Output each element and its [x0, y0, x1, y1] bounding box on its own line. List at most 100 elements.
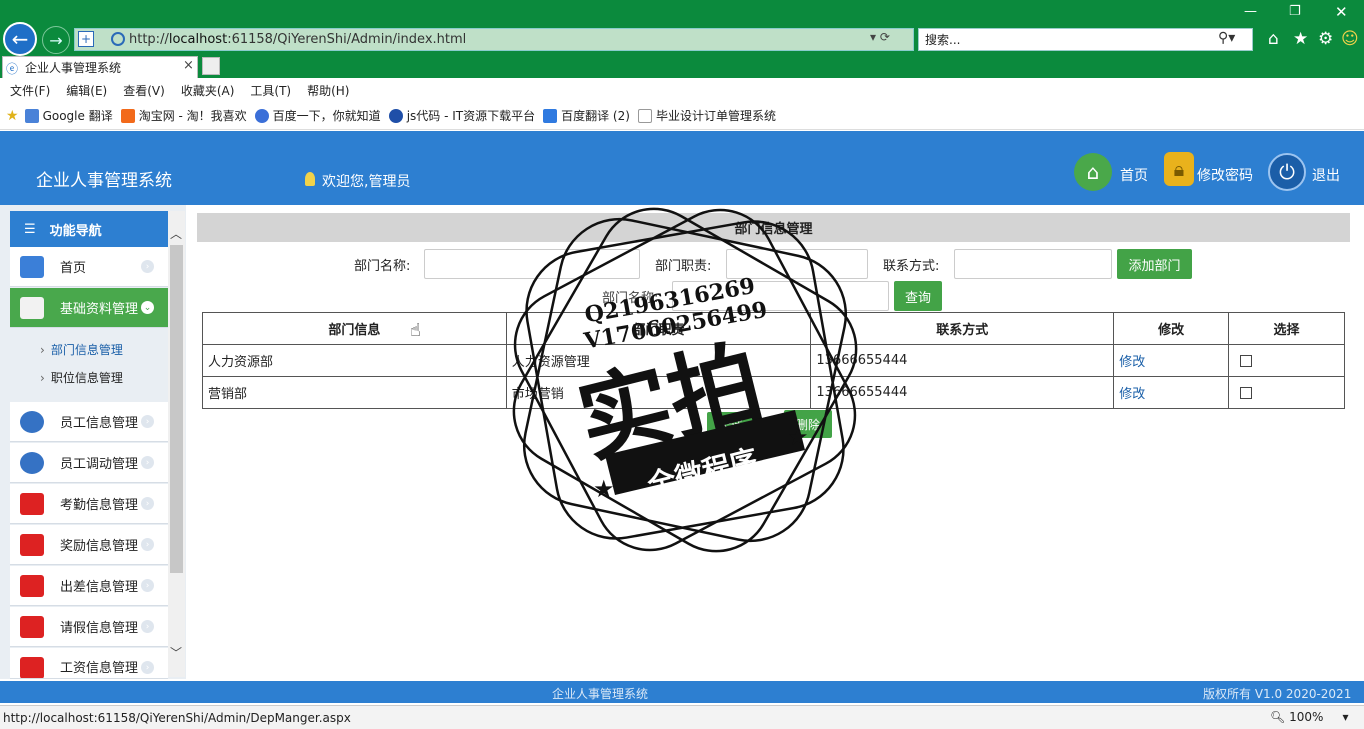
edit-link[interactable]: 修改	[1113, 376, 1230, 409]
gear-icon[interactable]: ⚙	[1318, 29, 1333, 49]
menu-edit[interactable]: 编辑(E)	[66, 82, 107, 99]
home-icon[interactable]: ⌂	[1074, 153, 1112, 191]
watermark-banner-shape	[605, 410, 805, 495]
sidebar-item-home[interactable]: 首页 ›	[10, 247, 168, 287]
scroll-down-icon[interactable]: ﹀	[170, 644, 182, 661]
dept-duty-input[interactable]	[726, 249, 868, 279]
sidebar-item-basic-data[interactable]: 基础资料管理 ⌄	[10, 288, 168, 328]
menu-file[interactable]: 文件(F)	[10, 82, 50, 99]
smiley-icon[interactable]: ☺	[1341, 29, 1359, 49]
url-prefix: http://	[129, 32, 169, 47]
contact-label: 联系方式:	[883, 259, 940, 274]
query-button[interactable]: 查询	[894, 281, 942, 311]
site-header	[0, 131, 1364, 205]
scrollbar-thumb[interactable]	[170, 245, 183, 573]
new-tab-button[interactable]	[202, 57, 220, 75]
address-bar[interactable]: http://localhost:61158/QiYerenShi/Admin/…	[74, 28, 914, 51]
lock-icon[interactable]: 🔒︎	[1164, 152, 1194, 186]
select-all-button[interactable]: 全选	[707, 412, 755, 436]
row-checkbox[interactable]	[1240, 386, 1253, 399]
cell-select	[1228, 376, 1345, 409]
change-password-link[interactable]: 修改密码	[1197, 165, 1253, 185]
row-checkbox[interactable]	[1240, 354, 1253, 367]
status-bar: http://localhost:61158/QiYerenShi/Admin/…	[0, 705, 1364, 729]
sidebar-item-transfer[interactable]: 员工调动管理 ›	[10, 443, 168, 483]
dept-name-input[interactable]	[424, 249, 640, 279]
compat-view-icon[interactable]: +	[78, 31, 94, 47]
sidebar-item-attendance[interactable]: 考勤信息管理 ›	[10, 484, 168, 524]
sidebar-sub-department[interactable]: 部门信息管理	[40, 341, 123, 358]
cell-duty: 市场营销	[505, 376, 812, 409]
restore-icon[interactable]: ❐	[1289, 4, 1301, 19]
fav-google-translate[interactable]: Google 翻译	[24, 107, 113, 124]
chevron-icon: ›	[141, 260, 154, 273]
dept-name-label: 部门名称:	[354, 259, 411, 274]
watermark-banner: 全微程序	[643, 443, 761, 502]
col-header-edit: 修改	[1113, 312, 1230, 345]
pdf-icon	[20, 615, 44, 638]
delete-button[interactable]: 删除	[784, 410, 832, 438]
scroll-up-icon[interactable]: ︿	[170, 225, 182, 242]
fav-baidu[interactable]: 百度一下，你就知道	[254, 107, 381, 124]
browser-tab[interactable]: 企业人事管理系统	[2, 56, 198, 78]
user-icon	[305, 172, 315, 186]
cell-duty: 人力资源管理	[505, 344, 812, 377]
globe-icon	[20, 410, 44, 433]
sidebar-item-leave[interactable]: 请假信息管理 ›	[10, 607, 168, 647]
contact-input[interactable]	[954, 249, 1112, 279]
tab-title: 企业人事管理系统	[25, 61, 122, 75]
sidebar-item-salary[interactable]: 工资信息管理 ›	[10, 648, 168, 679]
logout-link[interactable]: 退出	[1312, 165, 1340, 185]
back-button[interactable]: ←	[3, 22, 37, 56]
forward-button[interactable]: →	[42, 26, 70, 54]
chevron-icon: ›	[141, 497, 154, 510]
zoom-control[interactable]: 🔍︎ 100% ▾	[1270, 710, 1348, 724]
menu-help[interactable]: 帮助(H)	[307, 82, 349, 99]
menu-view[interactable]: 查看(V)	[123, 82, 165, 99]
chevron-icon: ›	[141, 415, 154, 428]
sidebar-sub-position[interactable]: 职位信息管理	[40, 369, 123, 386]
minimize-icon[interactable]: —	[1244, 4, 1257, 19]
search-icon[interactable]: ⚲▾	[1218, 30, 1235, 46]
edit-link[interactable]: 修改	[1113, 344, 1230, 377]
power-icon[interactable]: ⏻	[1268, 153, 1306, 191]
url-host: localhost	[168, 32, 228, 47]
table-row: 人力资源部 人力资源管理 13666655444 修改	[202, 344, 1345, 377]
monitor-icon	[20, 255, 44, 278]
fav-baidu-translate[interactable]: 百度翻译 (2)	[543, 107, 630, 124]
search-name-input[interactable]	[672, 281, 889, 311]
search-input[interactable]: 搜索...	[918, 28, 1253, 51]
fav-taobao[interactable]: 淘宝网 - 淘！我喜欢	[120, 107, 247, 124]
footer-bar	[0, 681, 1364, 703]
sidebar-item-business-trip[interactable]: 出差信息管理 ›	[10, 566, 168, 606]
fav-jscode[interactable]: js代码 - IT资源下载平台	[388, 107, 535, 124]
home-icon[interactable]: ⌂	[1268, 29, 1279, 49]
menu-favorites[interactable]: 收藏夹(A)	[181, 82, 235, 99]
sidebar-header: ☰ 功能导航	[10, 211, 168, 247]
tab-ie-icon: ⓔ	[6, 62, 19, 76]
close-window-icon[interactable]: ✕	[1335, 3, 1348, 21]
panel-title: 部门信息管理	[197, 213, 1350, 242]
menu-tools[interactable]: 工具(T)	[250, 82, 291, 99]
favorites-star-icon[interactable]: ★	[1293, 29, 1308, 49]
site-title: 企业人事管理系统	[36, 171, 172, 191]
globe-icon	[20, 451, 44, 474]
chevron-icon: ›	[141, 620, 154, 633]
pdf-icon	[20, 492, 44, 515]
home-link[interactable]: 首页	[1120, 165, 1148, 185]
refresh-icon[interactable]: ▾ ⟳	[870, 30, 890, 44]
sidebar-item-employee[interactable]: 员工信息管理 ›	[10, 402, 168, 442]
fav-order-system[interactable]: 毕业设计订单管理系统	[637, 107, 776, 124]
tab-close-icon[interactable]: ×	[183, 58, 194, 73]
sidebar-item-reward[interactable]: 奖励信息管理 ›	[10, 525, 168, 565]
cell-name: 营销部	[202, 376, 507, 409]
department-table: 部门信息 部门职责 联系方式 修改 选择 人力资源部 人力资源管理 136666…	[202, 312, 1345, 409]
zoom-icon: 🔍︎	[1270, 710, 1286, 724]
footer-copyright: 版权所有 V1.0 2020-2021	[1203, 687, 1352, 701]
add-favorite-star-icon[interactable]: ★	[6, 108, 19, 124]
zoom-level: 100%	[1289, 710, 1324, 724]
list-icon: ☰	[24, 221, 36, 237]
arrow-right-icon: →	[49, 30, 63, 50]
dept-duty-label: 部门职责:	[655, 259, 712, 274]
add-department-button[interactable]: 添加部门	[1117, 249, 1192, 279]
